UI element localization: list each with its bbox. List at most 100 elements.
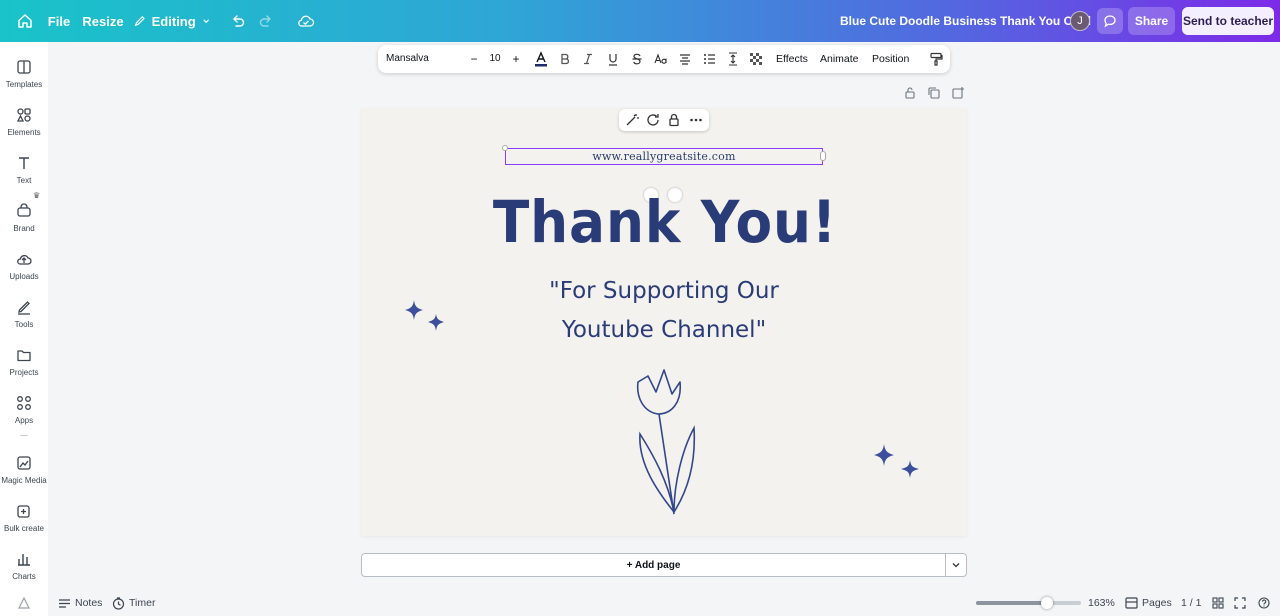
grid-view-icon <box>1212 597 1224 609</box>
decrease-font-size-button[interactable]: − <box>466 49 482 69</box>
send-to-teacher-button[interactable]: Send to teacher <box>1182 7 1274 35</box>
tools-icon <box>18 301 30 315</box>
tulip-doodle[interactable] <box>630 364 700 516</box>
home-button[interactable] <box>12 6 38 36</box>
sidebar-item-tools[interactable]: Tools <box>0 292 48 336</box>
sidebar-item-magic-media[interactable]: Magic Media <box>0 448 48 492</box>
charts-icon <box>18 554 30 566</box>
sidebar-item-label: Tools <box>14 320 34 329</box>
sidebar-item-uploads[interactable]: Uploads <box>0 244 48 288</box>
lock-icon[interactable] <box>666 112 682 128</box>
bulk-create-icon <box>17 505 30 518</box>
timer-icon <box>112 596 125 610</box>
bottom-bar: Notes Timer 163% Pages 1 / 1 <box>48 590 1280 616</box>
grid-view-button[interactable] <box>1212 595 1224 611</box>
text-selection-box <box>505 148 823 165</box>
zoom-slider-handle[interactable] <box>1041 597 1054 609</box>
zoom-slider[interactable] <box>976 597 1081 609</box>
sidebar-item-label: Uploads <box>9 272 39 281</box>
sidebar-item-apps[interactable]: Apps <box>0 388 48 432</box>
editing-mode-button[interactable]: Editing <box>134 6 210 36</box>
thank-you-heading[interactable]: Thank You! <box>458 188 872 256</box>
zoom-level[interactable]: 163% <box>1088 595 1115 611</box>
fullscreen-button[interactable] <box>1234 595 1246 611</box>
animate-button[interactable]: Animate <box>820 49 859 69</box>
add-page-button[interactable]: + Add page <box>361 553 946 577</box>
lock-page-icon[interactable] <box>903 86 917 100</box>
avatar[interactable]: J <box>1070 11 1090 31</box>
transparency-button[interactable] <box>746 49 766 69</box>
save-status-button[interactable] <box>292 6 320 36</box>
bullet-list-icon <box>703 54 715 64</box>
zoom-slider-fill <box>976 601 1048 605</box>
letter-case-button[interactable] <box>651 49 671 69</box>
magic-edit-icon[interactable] <box>624 112 640 128</box>
paint-roller-icon <box>930 52 943 66</box>
list-button[interactable] <box>699 49 719 69</box>
text-color-button[interactable] <box>531 49 551 69</box>
sparkle-decoration[interactable] <box>402 298 452 342</box>
add-page-dropdown[interactable] <box>945 553 967 577</box>
italic-icon <box>584 53 592 65</box>
font-family-dropdown[interactable]: Mansalva <box>382 49 462 69</box>
sidebar-item-projects[interactable]: Projects <box>0 340 48 384</box>
file-menu-button[interactable]: File <box>44 6 74 36</box>
sidebar-item-label: Charts <box>12 572 36 581</box>
replace-icon[interactable] <box>645 112 661 128</box>
effects-button[interactable]: Effects <box>776 49 808 69</box>
sidebar-item-label: Projects <box>9 368 39 377</box>
spacing-button[interactable] <box>723 49 743 69</box>
supporting-subheading[interactable]: "For Supporting Our Youtube Channel" <box>460 272 868 350</box>
redo-button[interactable] <box>254 6 278 36</box>
strikethrough-button[interactable] <box>627 49 647 69</box>
sidebar-item-label: Templates <box>5 80 43 89</box>
subheading-line-1: "For Supporting Our <box>549 278 779 304</box>
sidebar-item-templates[interactable]: Templates <box>0 52 48 96</box>
bold-button[interactable] <box>555 49 575 69</box>
sidebar-item-brand[interactable]: Brand <box>0 196 48 240</box>
notes-button[interactable]: Notes <box>58 595 102 611</box>
pages-icon <box>1125 597 1138 609</box>
pages-button[interactable]: Pages <box>1125 595 1172 611</box>
bold-icon <box>561 53 569 65</box>
copy-style-button[interactable] <box>926 49 946 69</box>
share-button[interactable]: Share <box>1128 7 1175 35</box>
comments-button[interactable] <box>1097 8 1123 34</box>
duplicate-page-icon[interactable] <box>927 86 941 100</box>
increase-font-size-button[interactable]: + <box>508 49 524 69</box>
sidebar-item-elements[interactable]: Elements <box>0 100 48 144</box>
add-page-icon[interactable] <box>951 86 965 100</box>
timer-button[interactable]: Timer <box>112 595 155 611</box>
brand-icon <box>17 203 31 217</box>
more-options-icon[interactable] <box>688 112 704 128</box>
text-icon <box>19 157 29 169</box>
page-count: 1 / 1 <box>1181 597 1202 609</box>
pencil-icon <box>134 16 145 27</box>
sidebar-item-text[interactable]: Text <box>0 148 48 192</box>
uploads-icon <box>17 254 32 265</box>
underline-icon <box>609 53 617 66</box>
sparkle-decoration[interactable] <box>870 442 928 492</box>
undo-button[interactable] <box>226 6 250 36</box>
help-button[interactable] <box>1258 595 1270 611</box>
projects-icon <box>17 350 31 362</box>
sidebar-item-charts[interactable]: Charts <box>0 544 48 588</box>
resize-handle[interactable] <box>820 151 826 161</box>
transparency-icon <box>750 53 762 65</box>
magic-icon[interactable] <box>17 596 31 610</box>
font-size-input[interactable]: 10 <box>484 49 506 69</box>
italic-button[interactable] <box>578 49 598 69</box>
alignment-button[interactable] <box>675 49 695 69</box>
position-button[interactable]: Position <box>872 49 909 69</box>
sidebar-item-bulk-create[interactable]: Bulk create <box>0 496 48 540</box>
resize-button[interactable]: Resize <box>82 6 124 36</box>
sidebar-divider <box>20 435 28 436</box>
help-icon <box>1258 597 1270 609</box>
sidebar-item-label: Magic Media <box>1 476 47 485</box>
resize-handle[interactable] <box>502 145 508 151</box>
underline-button[interactable] <box>603 49 623 69</box>
sidebar-item-label: Apps <box>14 416 34 425</box>
document-title[interactable]: Blue Cute Doodle Business Thank You Card <box>840 14 1091 28</box>
fullscreen-icon <box>1234 597 1246 609</box>
pages-label: Pages <box>1142 597 1172 609</box>
